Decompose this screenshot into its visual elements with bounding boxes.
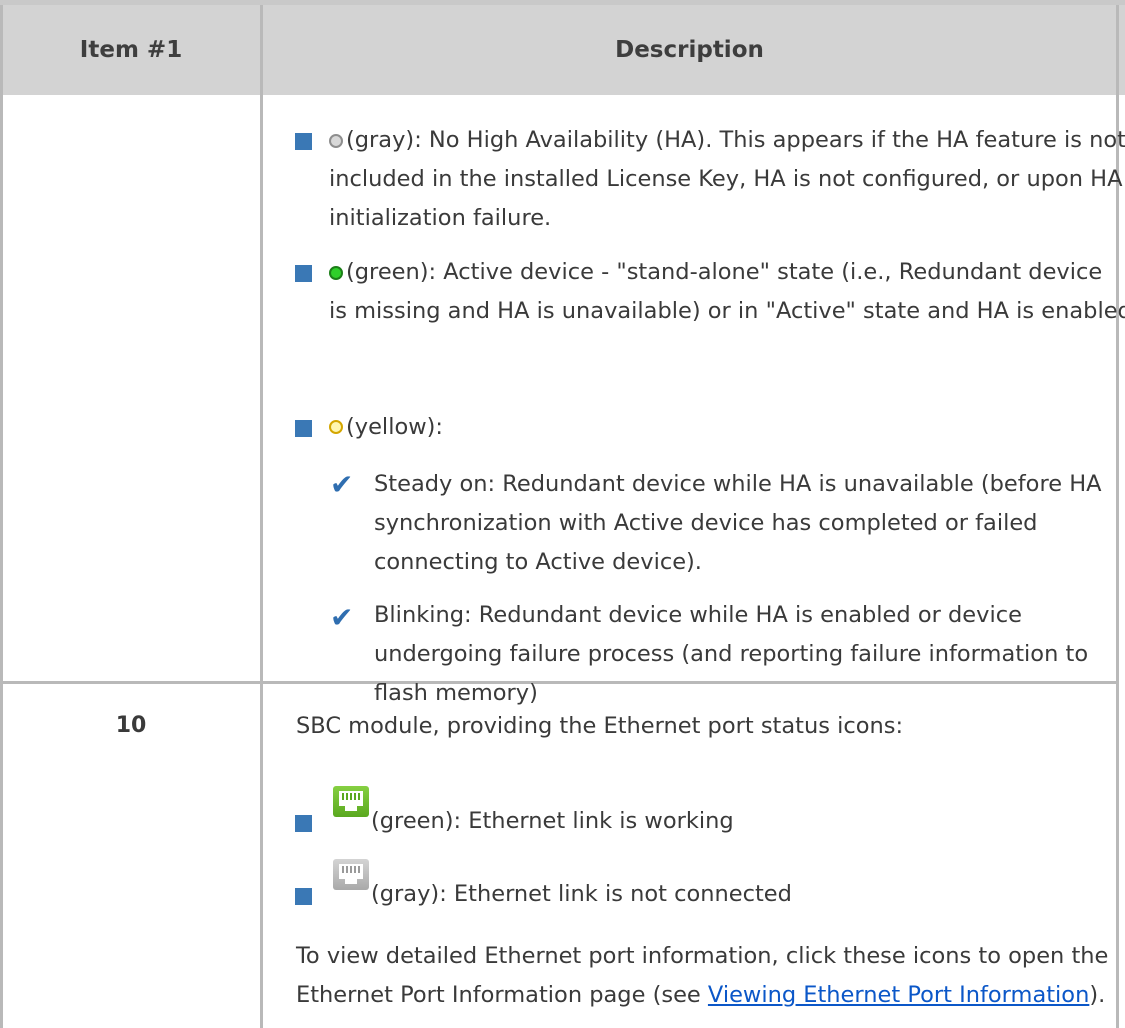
- ha-gray-line-2: included in the installed License Key, H…: [329, 166, 1123, 192]
- yellow-blinking-line-2: undergoing failure process (and reportin…: [374, 641, 1089, 667]
- eth-note-line-2: Ethernet Port Information page (see View…: [296, 982, 1105, 1008]
- ha-green-line-2: is missing and HA is unavailable) or in …: [329, 298, 1125, 324]
- ethernet-port-green-icon: [333, 786, 369, 817]
- bullet-icon: [295, 815, 312, 832]
- yellow-steady-line-3: connecting to Active device).: [374, 549, 702, 575]
- eth-green-line: (green): Ethernet link is working: [371, 808, 734, 834]
- row-divider: [0, 681, 1119, 684]
- header-description: Description: [615, 37, 764, 63]
- green-led-icon: [329, 266, 343, 280]
- sbc-intro: SBC module, providing the Ethernet port …: [296, 713, 904, 739]
- yellow-blinking-line-3: flash memory): [374, 680, 538, 706]
- table-header-row: Item #1 Description: [0, 5, 1125, 95]
- eth-note-prefix: Ethernet Port Information page (see: [296, 982, 708, 1008]
- ha-gray-line-3: initialization failure.: [329, 205, 552, 231]
- eth-gray-line: (gray): Ethernet link is not connected: [371, 881, 792, 907]
- ethernet-port-gray-icon: [333, 859, 369, 890]
- item-number: 10: [115, 713, 147, 738]
- ha-gray-line-1: (gray): No High Availability (HA). This …: [346, 127, 1125, 153]
- ha-yellow-label: (yellow):: [346, 414, 443, 440]
- column-divider: [260, 5, 263, 1028]
- yellow-blinking-line-1: Blinking: Redundant device while HA is e…: [374, 602, 1022, 628]
- bullet-icon: [295, 888, 312, 905]
- gray-led-icon: [329, 134, 343, 148]
- ha-green-line-1: (green): Active device - "stand-alone" s…: [346, 259, 1103, 285]
- viewing-ethernet-port-information-link[interactable]: Viewing Ethernet Port Information: [708, 982, 1089, 1008]
- yellow-steady-line-1: Steady on: Redundant device while HA is …: [374, 471, 1102, 497]
- header-item: Item #1: [79, 37, 183, 63]
- yellow-steady-line-2: synchronization with Active device has c…: [374, 510, 1038, 536]
- table-right-border: [1116, 5, 1119, 1028]
- table-left-border: [0, 5, 3, 1028]
- eth-note-line-1: To view detailed Ethernet port informati…: [296, 943, 1109, 969]
- eth-note-suffix: ).: [1089, 982, 1106, 1008]
- check-icon: ✔: [330, 468, 354, 501]
- check-icon: ✔: [330, 601, 354, 634]
- yellow-led-icon: [329, 420, 343, 434]
- description-table: Item #1 Description (gray): No High Avai…: [0, 0, 1125, 1028]
- bullet-icon: [295, 265, 312, 282]
- bullet-icon: [295, 133, 312, 150]
- bullet-icon: [295, 420, 312, 437]
